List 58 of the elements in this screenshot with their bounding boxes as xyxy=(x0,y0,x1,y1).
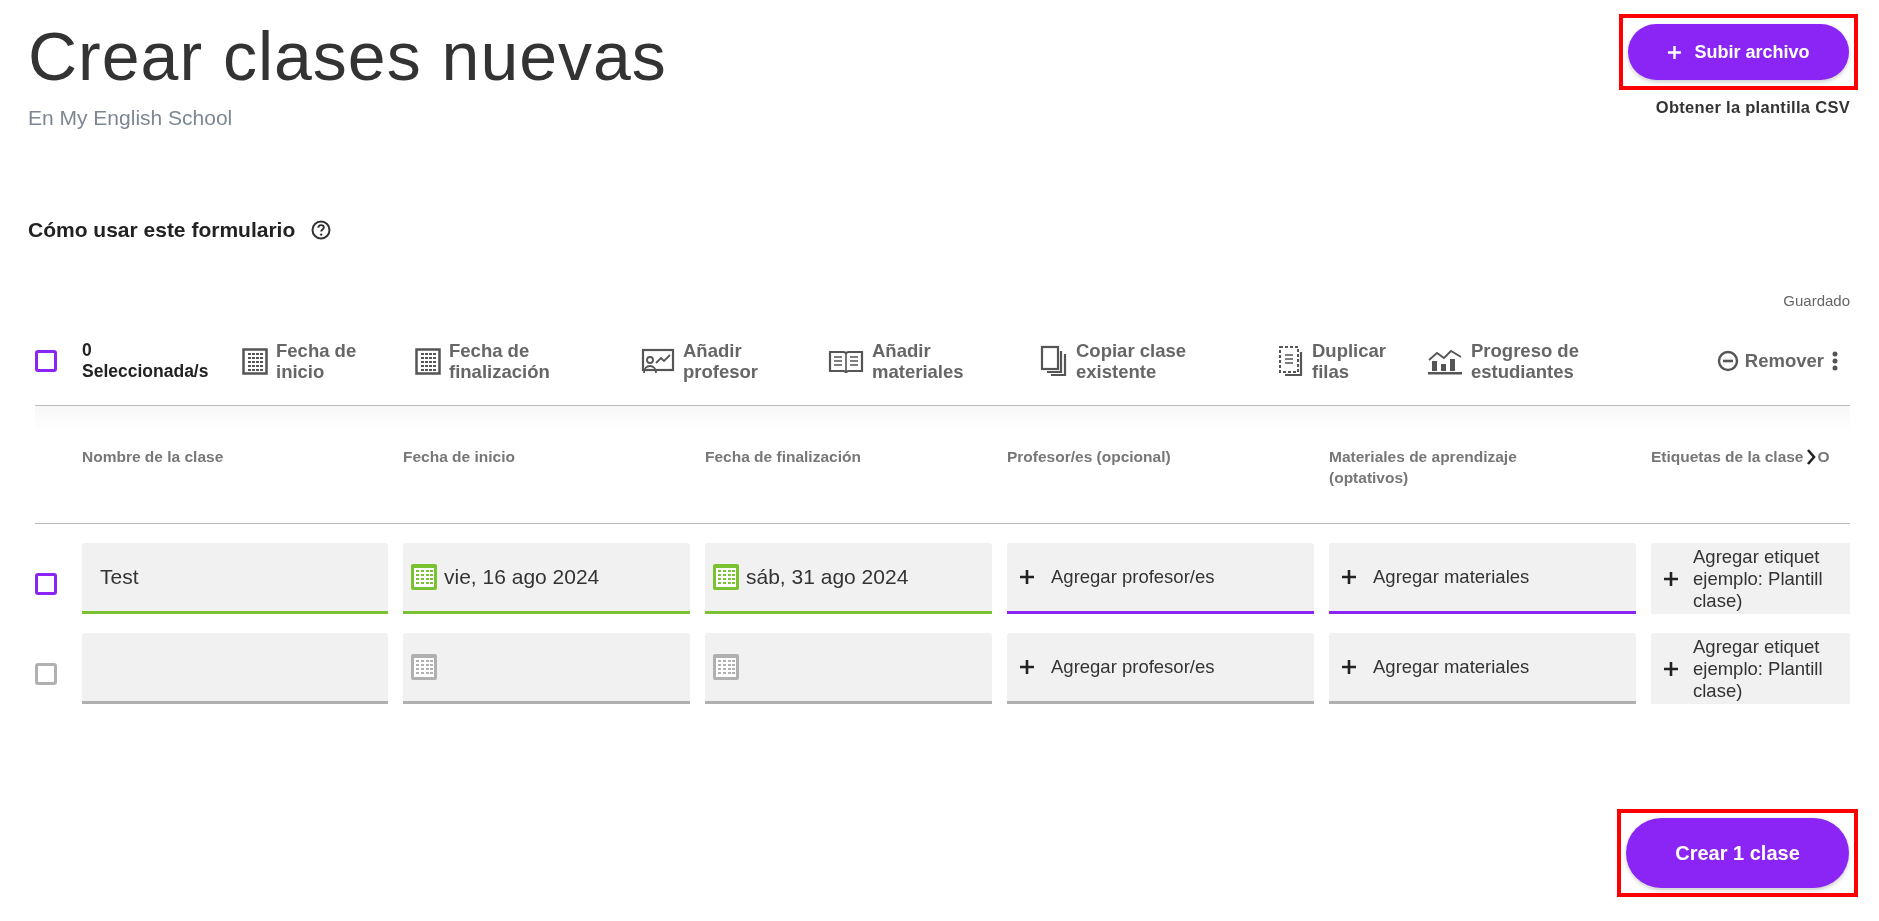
calendar-icon xyxy=(410,653,438,681)
plus-icon xyxy=(1019,569,1035,585)
column-header: Etiquetas de la clase xyxy=(1651,447,1804,467)
column-header: O xyxy=(1817,447,1830,467)
column-header: Materiales de aprendizaje (optativos) xyxy=(1329,447,1518,488)
toolbar-action[interactable]: Añadir profesor xyxy=(641,340,759,382)
column-header: Fecha de finalización xyxy=(705,447,862,467)
more-options-icon[interactable] xyxy=(1832,351,1838,371)
csv-template-link[interactable]: Obtener la plantilla CSV xyxy=(1655,98,1850,117)
selected-count: 0 Seleccionada/s xyxy=(82,340,210,382)
calendar-icon xyxy=(410,563,438,591)
add-tags-field[interactable]: Agregar etiquet ejemplo: Plantill clase) xyxy=(1651,543,1850,614)
column-header: Fecha de inicio xyxy=(403,447,516,467)
add-materials-field[interactable]: Agregar materiales xyxy=(1329,543,1636,614)
remove-icon xyxy=(1716,350,1739,372)
page-title: Crear clases nuevas xyxy=(28,17,667,96)
toolbar-action[interactable]: Añadir materiales xyxy=(828,340,964,382)
save-status: Guardado xyxy=(1782,292,1850,309)
add-teacher-field[interactable]: Agregar profesor/es xyxy=(1007,633,1314,704)
plus-icon xyxy=(1663,660,1679,677)
calendar-icon xyxy=(415,347,441,375)
duplicate-icon xyxy=(1278,345,1304,377)
help-heading: Cómo usar este formulario xyxy=(28,218,296,242)
plus-icon xyxy=(1341,569,1357,585)
add-materials-field[interactable]: Agregar materiales xyxy=(1329,633,1636,704)
plus-icon xyxy=(1019,659,1035,675)
date-field[interactable]: sáb, 31 ago 2024 xyxy=(705,543,992,614)
date-field[interactable] xyxy=(705,633,992,704)
calendar-icon xyxy=(712,653,740,681)
plus-icon xyxy=(1341,659,1357,675)
chevron-right-icon[interactable] xyxy=(1805,448,1816,466)
remove-button[interactable]: Remover xyxy=(1716,350,1824,372)
class-name-field[interactable] xyxy=(82,633,388,704)
plus-icon xyxy=(1667,44,1683,60)
page-subtitle: En My English School xyxy=(28,106,234,130)
create-class-button[interactable]: Crear 1 clase xyxy=(1626,818,1849,888)
calendar-icon xyxy=(242,347,268,375)
class-name-field[interactable]: Test xyxy=(82,543,388,614)
add-tags-field[interactable]: Agregar etiquet ejemplo: Plantill clase) xyxy=(1651,633,1850,704)
toolbar-action[interactable]: Duplicar filas xyxy=(1278,340,1387,382)
date-field[interactable]: vie, 16 ago 2024 xyxy=(403,543,690,614)
checkbox[interactable] xyxy=(35,572,57,595)
copy-icon xyxy=(1040,345,1068,377)
toolbar-action[interactable]: Fecha de finalización xyxy=(415,340,550,382)
help-icon[interactable] xyxy=(311,220,332,240)
toolbar-action[interactable]: Progreso de estudiantes xyxy=(1427,340,1579,382)
checkbox[interactable] xyxy=(35,662,57,685)
column-header: Profesor/es (opcional) xyxy=(1007,447,1172,467)
column-header: Nombre de la clase xyxy=(82,447,225,467)
plus-icon xyxy=(1663,570,1679,587)
teacher-board-icon xyxy=(641,347,675,375)
upload-file-button[interactable]: Subir archivo xyxy=(1628,24,1849,80)
add-teacher-field[interactable]: Agregar profesor/es xyxy=(1007,543,1314,614)
toolbar-action[interactable]: Copiar clase existente xyxy=(1040,340,1187,382)
toolbar-action[interactable]: Fecha de inicio xyxy=(242,340,357,382)
calendar-icon xyxy=(712,563,740,591)
date-field[interactable] xyxy=(403,633,690,704)
checkbox[interactable] xyxy=(35,350,57,372)
